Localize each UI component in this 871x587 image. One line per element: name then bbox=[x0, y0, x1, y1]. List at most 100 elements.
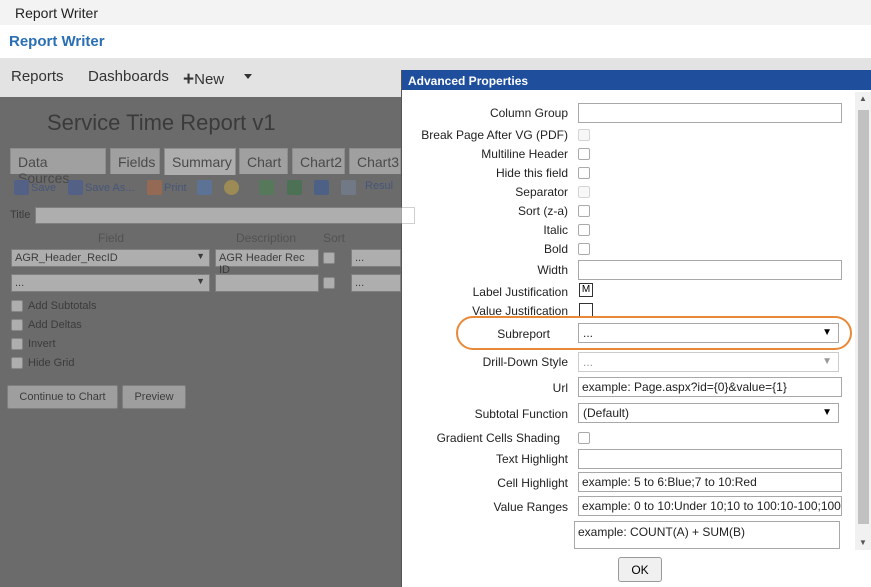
drilldown-style-select[interactable]: ... ▼ bbox=[578, 352, 839, 372]
tab-data-sources[interactable]: Data Sources bbox=[10, 148, 106, 186]
chevron-down-icon: ▼ bbox=[196, 251, 205, 261]
chevron-down-icon: ▼ bbox=[822, 327, 832, 338]
extra-select-value: ... bbox=[355, 252, 365, 264]
subreport-select[interactable]: ... ▼ bbox=[578, 323, 839, 343]
option-add-subtotals[interactable]: Add Subtotals bbox=[11, 300, 97, 312]
title-label: Title bbox=[10, 209, 31, 221]
gradient-shading-checkbox[interactable] bbox=[578, 432, 590, 444]
extra-select[interactable]: ... bbox=[351, 249, 401, 267]
print-button[interactable]: Print bbox=[147, 180, 187, 195]
field-select[interactable]: AGR_Header_RecID ▼ bbox=[11, 249, 210, 267]
continue-to-chart-button[interactable]: Continue to Chart bbox=[7, 385, 118, 409]
excel-icon-button[interactable] bbox=[287, 180, 302, 195]
tab-fields[interactable]: Fields bbox=[110, 148, 160, 174]
plus-icon: + bbox=[183, 69, 195, 90]
sort-checkbox[interactable] bbox=[323, 252, 335, 264]
separator-checkbox[interactable] bbox=[578, 186, 590, 198]
title-input[interactable] bbox=[35, 207, 415, 224]
width-label: Width bbox=[537, 263, 568, 277]
report-title: Service Time Report v1 bbox=[47, 110, 276, 135]
ok-button[interactable]: OK bbox=[618, 557, 662, 582]
tab-chart[interactable]: Chart bbox=[239, 148, 288, 174]
results-button[interactable]: Resul bbox=[365, 180, 393, 192]
cell-highlight-label: Cell Highlight bbox=[497, 476, 568, 490]
scroll-down-icon[interactable]: ▼ bbox=[859, 538, 867, 547]
label-justification-label: Label Justification bbox=[472, 285, 568, 299]
dialog-scrollbar[interactable]: ▲ ▼ bbox=[855, 92, 871, 550]
nav-reports[interactable]: Reports bbox=[11, 68, 64, 85]
word-export-button[interactable] bbox=[314, 180, 329, 195]
url-input[interactable]: example: Page.aspx?id={0}&value={1} bbox=[578, 377, 842, 397]
advanced-properties-dialog: Advanced Properties Column Group Break P… bbox=[401, 70, 871, 587]
word-icon bbox=[314, 180, 329, 195]
multiline-header-checkbox[interactable] bbox=[578, 148, 590, 160]
value-ranges-input[interactable]: example: 0 to 10:Under 10;10 to 100:10-1… bbox=[578, 496, 842, 516]
extra-select[interactable]: ... bbox=[351, 274, 401, 292]
subtotal-function-select[interactable]: (Default) ▼ bbox=[578, 403, 839, 423]
text-highlight-input[interactable] bbox=[578, 449, 842, 469]
tab-summary[interactable]: Summary bbox=[164, 148, 236, 175]
sort-za-checkbox[interactable] bbox=[578, 205, 590, 217]
hide-field-label: Hide this field bbox=[495, 166, 568, 180]
column-group-input[interactable] bbox=[578, 103, 842, 123]
sort-checkbox[interactable] bbox=[323, 277, 335, 289]
separator-label: Separator bbox=[515, 185, 568, 199]
save-as-button[interactable]: Save As... bbox=[68, 180, 135, 195]
save-label: Save bbox=[31, 181, 57, 194]
scroll-up-icon[interactable]: ▲ bbox=[859, 94, 867, 103]
nav-dashboards[interactable]: Dashboards bbox=[88, 68, 169, 85]
cell-highlight-input[interactable]: example: 5 to 6:Blue;7 to 10:Red bbox=[578, 472, 842, 492]
tab-chart2[interactable]: Chart2 bbox=[292, 148, 345, 174]
sql-icon bbox=[224, 180, 239, 195]
hide-field-checkbox[interactable] bbox=[578, 167, 590, 179]
option-label: Add Subtotals bbox=[28, 300, 97, 312]
checkbox[interactable] bbox=[11, 300, 23, 312]
subreport-value: ... bbox=[583, 326, 594, 340]
scrollbar-thumb[interactable] bbox=[858, 110, 869, 524]
results-label: Resul bbox=[365, 180, 394, 192]
document-icon bbox=[341, 180, 356, 195]
subtotal-function-value: (Default) bbox=[583, 406, 630, 420]
nav-new-label: New bbox=[194, 71, 225, 88]
pdf-icon bbox=[147, 180, 162, 195]
value-justification-button[interactable] bbox=[579, 303, 593, 317]
excel-icon bbox=[259, 180, 274, 195]
sql-export-button[interactable] bbox=[224, 180, 239, 195]
sort-header: Sort bbox=[323, 231, 346, 245]
chevron-down-icon[interactable] bbox=[244, 74, 252, 79]
save-button[interactable]: Save bbox=[14, 180, 56, 195]
checkbox[interactable] bbox=[11, 357, 23, 369]
option-invert[interactable]: Invert bbox=[11, 338, 56, 350]
label-justification-button[interactable]: M bbox=[579, 283, 593, 297]
field-select[interactable]: ... ▼ bbox=[11, 274, 210, 292]
field-select-value: AGR_Header_RecID bbox=[15, 252, 118, 264]
description-header: Description bbox=[236, 231, 297, 245]
subreport-label: Subreport bbox=[497, 327, 550, 341]
nav-new[interactable]: +New bbox=[183, 68, 224, 90]
app-title[interactable]: Report Writer bbox=[0, 25, 871, 58]
document-export-button[interactable] bbox=[341, 180, 356, 195]
option-label: Invert bbox=[28, 338, 56, 350]
tab-chart3[interactable]: Chart3 bbox=[349, 148, 401, 174]
break-page-checkbox[interactable] bbox=[578, 129, 590, 141]
excel-export-button[interactable] bbox=[259, 180, 274, 195]
option-hide-grid[interactable]: Hide Grid bbox=[11, 357, 74, 369]
checkbox[interactable] bbox=[11, 319, 23, 331]
gradient-shading-label: Gradient Cells Shading bbox=[436, 431, 560, 445]
description-value: AGR Header Rec ID bbox=[219, 252, 305, 276]
width-input[interactable] bbox=[578, 260, 842, 280]
drilldown-style-label: Drill-Down Style bbox=[482, 355, 568, 369]
break-page-label: Break Page After VG (PDF) bbox=[421, 128, 568, 142]
description-input[interactable] bbox=[215, 274, 319, 292]
bold-checkbox[interactable] bbox=[578, 243, 590, 255]
option-add-deltas[interactable]: Add Deltas bbox=[11, 319, 82, 331]
html-export-button[interactable] bbox=[197, 180, 212, 195]
chevron-down-icon: ▼ bbox=[196, 276, 205, 286]
checkbox[interactable] bbox=[11, 338, 23, 350]
preview-button[interactable]: Preview bbox=[122, 385, 186, 409]
italic-checkbox[interactable] bbox=[578, 224, 590, 236]
bold-label: Bold bbox=[543, 242, 568, 256]
extra-select-value: ... bbox=[355, 277, 365, 289]
expression-textarea[interactable]: example: COUNT(A) + SUM(B) bbox=[574, 521, 840, 549]
description-input[interactable]: AGR Header Rec ID bbox=[215, 249, 319, 276]
